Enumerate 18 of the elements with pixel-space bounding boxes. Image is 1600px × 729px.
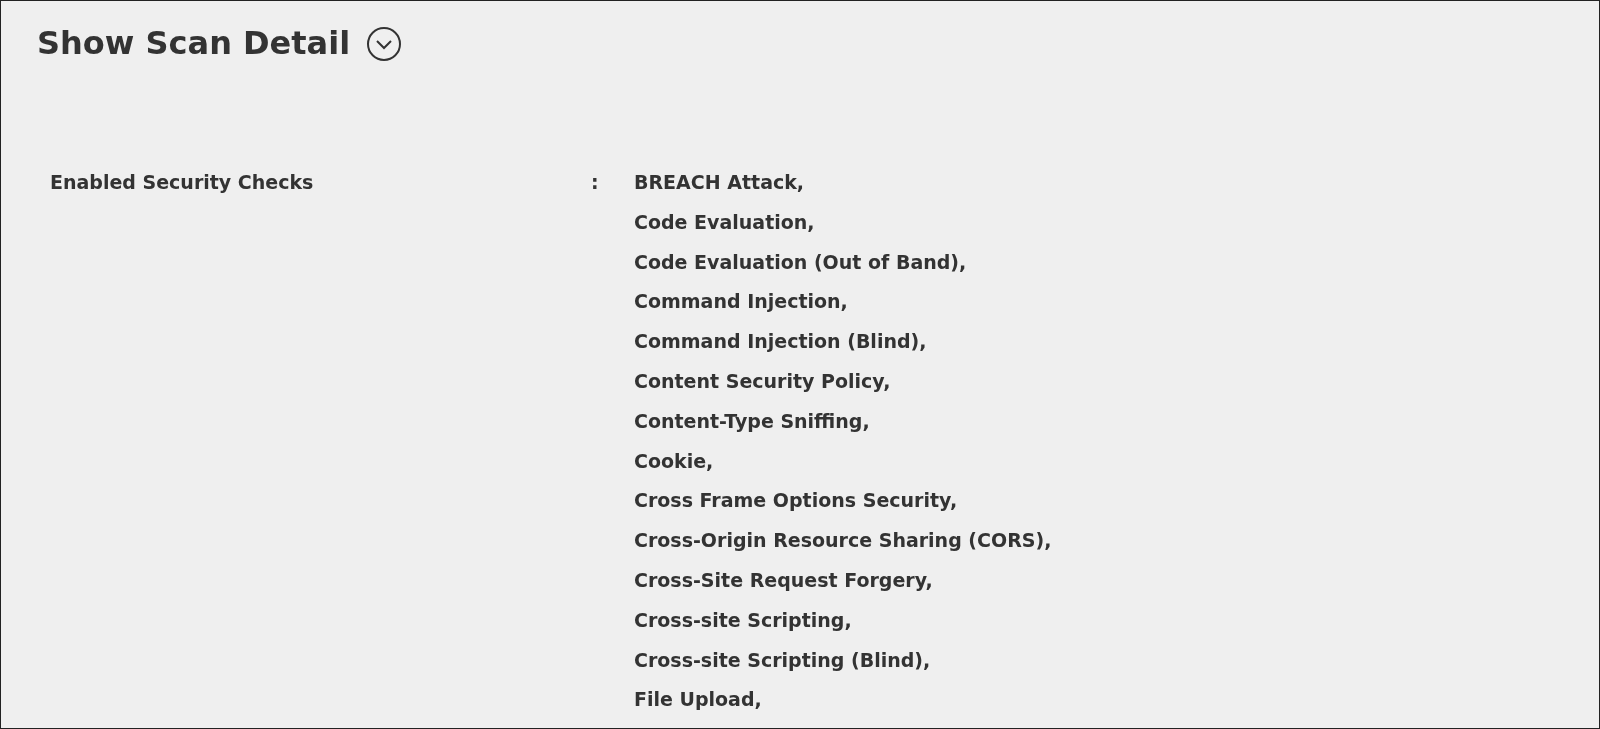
security-check-item: Command Injection (Blind), xyxy=(634,329,927,355)
chevron-down-circle-icon[interactable] xyxy=(366,26,403,62)
security-check-item: Cross-site Scripting (Blind), xyxy=(634,647,931,673)
security-check-item: Cross-Origin Resource Sharing (CORS), xyxy=(634,528,1052,554)
security-check-item: Content Security Policy, xyxy=(634,369,891,394)
security-check-item: File Upload, xyxy=(634,687,762,713)
security-check-item: Cross-site Scripting, xyxy=(634,607,852,633)
section-title: Show Scan Detail xyxy=(37,23,351,64)
security-check-item: Cross-Site Request Forgery, xyxy=(634,567,933,593)
security-check-item: Cookie, xyxy=(634,448,714,474)
field-label: Enabled Security Checks xyxy=(50,171,314,193)
security-check-item: Code Evaluation, xyxy=(634,209,815,235)
security-check-item: Code Evaluation (Out of Band), xyxy=(634,249,967,275)
security-check-item: Content-Type Sniffing, xyxy=(634,408,870,434)
security-check-item: BREACH Attack, xyxy=(634,170,805,195)
security-check-item: Cross Frame Options Security, xyxy=(634,488,958,514)
separator: : xyxy=(591,171,599,193)
security-check-item: Command Injection, xyxy=(634,289,848,315)
